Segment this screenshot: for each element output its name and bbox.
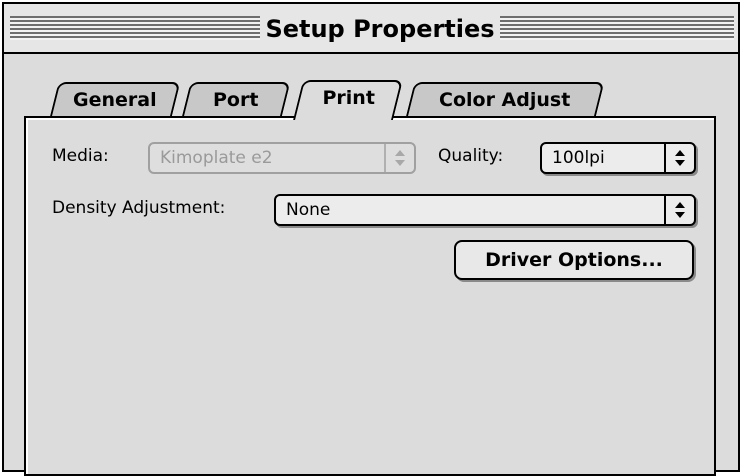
quality-value: 100lpi bbox=[552, 148, 605, 168]
density-adjustment-select[interactable]: None bbox=[274, 194, 696, 226]
up-down-arrows-icon bbox=[664, 196, 694, 224]
tab-print-label: Print bbox=[322, 87, 375, 109]
tab-port-label: Port bbox=[213, 89, 259, 111]
quality-label: Quality: bbox=[438, 146, 504, 166]
tab-print[interactable]: Print bbox=[293, 80, 403, 120]
tab-general-label: General bbox=[73, 89, 157, 111]
tab-port[interactable]: Port bbox=[181, 82, 291, 118]
up-down-arrows-icon bbox=[384, 144, 414, 172]
media-select[interactable]: Kimoplate e2 bbox=[148, 142, 416, 174]
quality-select[interactable]: 100lpi bbox=[540, 142, 696, 174]
density-adjustment-value: None bbox=[286, 200, 331, 220]
density-adjustment-label: Density Adjustment: bbox=[52, 198, 226, 218]
title-bar-stripes-right bbox=[500, 16, 734, 40]
up-down-arrows-icon bbox=[664, 144, 694, 172]
driver-options-button[interactable]: Driver Options... bbox=[454, 240, 694, 280]
media-label: Media: bbox=[52, 146, 109, 166]
tab-color-adjust[interactable]: Color Adjust bbox=[405, 82, 605, 118]
title-bar[interactable]: Setup Properties bbox=[4, 4, 738, 54]
title-bar-stripes-left bbox=[10, 16, 260, 40]
window-title: Setup Properties bbox=[260, 14, 500, 44]
tab-color-adjust-label: Color Adjust bbox=[439, 89, 571, 111]
tab-general[interactable]: General bbox=[49, 82, 181, 118]
media-value: Kimoplate e2 bbox=[160, 148, 273, 168]
